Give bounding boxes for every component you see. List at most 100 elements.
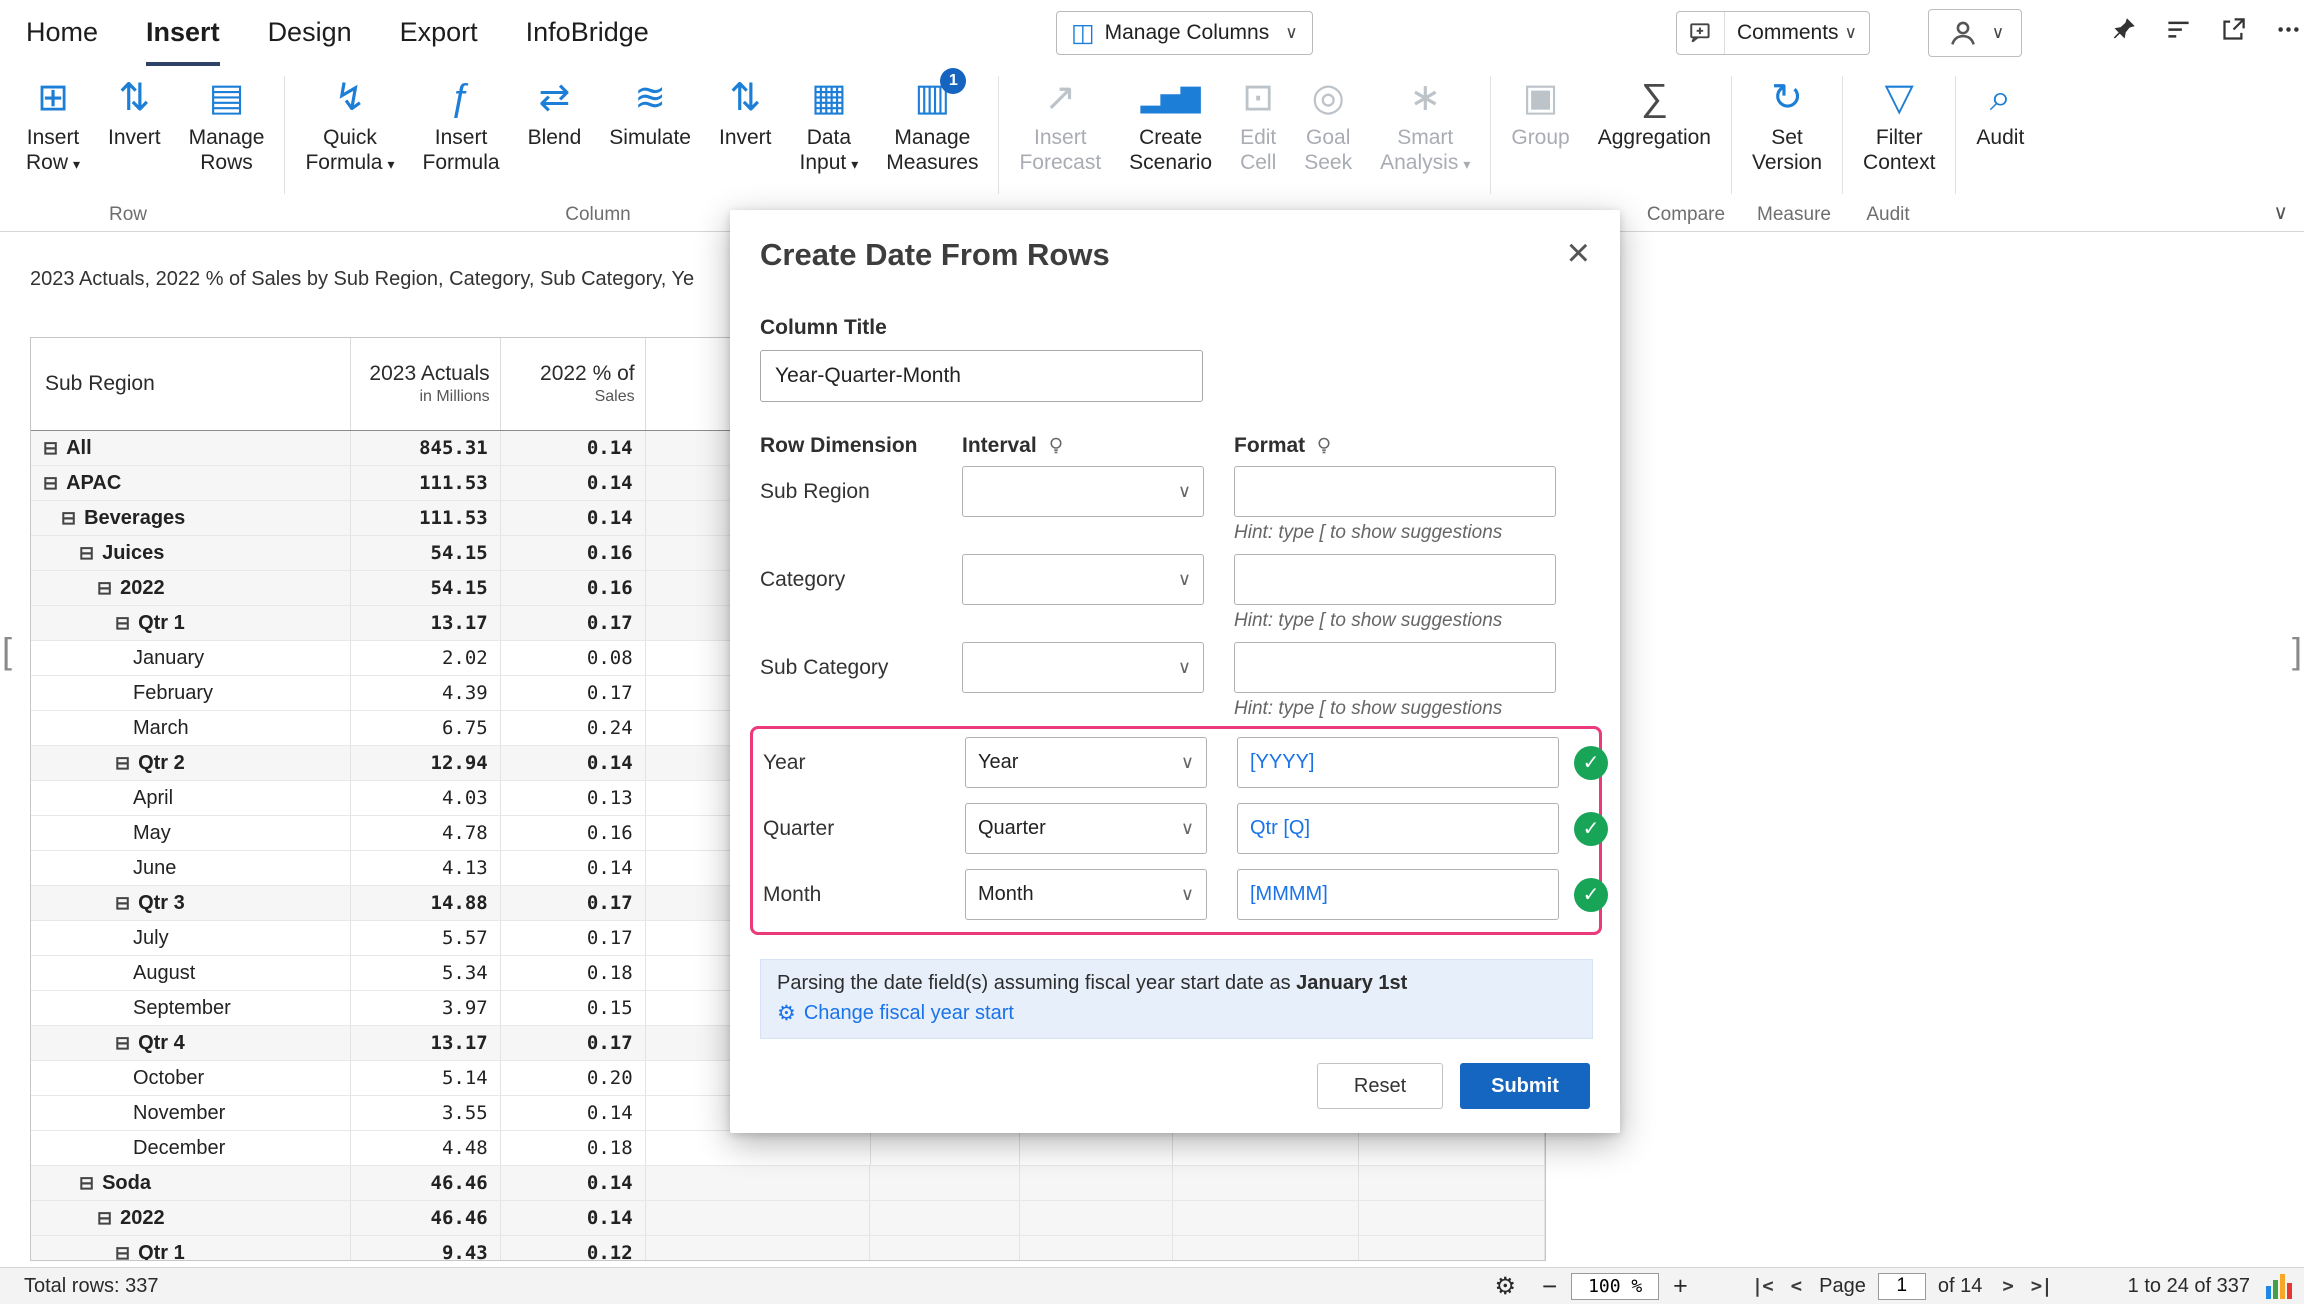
- reset-button[interactable]: Reset: [1317, 1063, 1443, 1109]
- empty-cell: [1359, 1166, 1545, 1200]
- table-settings-button[interactable]: ⚙: [1494, 1272, 1516, 1301]
- column-title-input[interactable]: [760, 350, 1203, 402]
- audit-icon: ⌕: [1990, 74, 2011, 122]
- collapse-icon[interactable]: ⊟: [79, 1173, 94, 1194]
- popout-button[interactable]: [2220, 16, 2247, 43]
- format-input-month[interactable]: [1237, 869, 1559, 920]
- interval-select-sub-region[interactable]: ∨: [962, 466, 1204, 517]
- ribbon-quick-formula-button[interactable]: ↯QuickFormula▾: [291, 74, 408, 177]
- collapse-icon[interactable]: ⊟: [61, 508, 76, 529]
- row-label-cell: November: [31, 1096, 351, 1130]
- comments-button[interactable]: Comments ∨: [1725, 12, 1869, 54]
- smart-analysis-icon: ∗: [1409, 74, 1441, 122]
- table-row[interactable]: ⊟Qtr 19.430.12: [31, 1236, 1545, 1261]
- collapse-icon[interactable]: ⊟: [115, 1243, 130, 1262]
- right-pane-handle[interactable]: ]: [2292, 630, 2302, 672]
- format-input-quarter[interactable]: [1237, 803, 1559, 854]
- collapse-icon[interactable]: ⊟: [115, 613, 130, 634]
- submit-button[interactable]: Submit: [1460, 1063, 1590, 1109]
- ribbon-insert-row-button[interactable]: ⊞InsertRow▾: [12, 74, 94, 177]
- zoom-out-button[interactable]: −: [1542, 1276, 1557, 1296]
- collapse-icon[interactable]: ⊟: [115, 753, 130, 774]
- collapse-icon[interactable]: ⊟: [115, 1033, 130, 1054]
- ribbon-create-scenario-button[interactable]: ▂▅▇CreateScenario: [1115, 74, 1226, 175]
- interval-select-quarter[interactable]: Quarter∨: [965, 803, 1207, 854]
- tab-infobridge[interactable]: InfoBridge: [526, 0, 649, 66]
- value-2022-cell: 0.14: [501, 1096, 646, 1130]
- format-header: Format: [1234, 434, 1556, 458]
- page-number-input[interactable]: [1878, 1273, 1926, 1300]
- collapse-icon[interactable]: ⊟: [97, 578, 112, 599]
- table-row[interactable]: ⊟Soda46.460.14: [31, 1166, 1545, 1201]
- format-input-sub-category[interactable]: [1234, 642, 1556, 693]
- interval-select-month[interactable]: Month∨: [965, 869, 1207, 920]
- collapse-icon[interactable]: ⊟: [43, 438, 58, 459]
- format-input-sub-region[interactable]: [1234, 466, 1556, 517]
- last-page-button[interactable]: >|: [2031, 1275, 2052, 1297]
- next-page-button[interactable]: >: [2002, 1275, 2012, 1297]
- format-input-category[interactable]: [1234, 554, 1556, 605]
- row-label-cell: ⊟Beverages: [31, 501, 351, 535]
- manage-measures-icon: ▥1: [914, 74, 950, 122]
- format-hint: Hint: type [ to show suggestions: [1234, 698, 1556, 722]
- column-header[interactable]: 2023 Actualsin Millions: [351, 338, 501, 430]
- format-input-year[interactable]: [1237, 737, 1559, 788]
- ribbon-invert-row-button[interactable]: ⇅Invert: [94, 74, 175, 150]
- ribbon-set-version-button[interactable]: ↻SetVersion: [1738, 74, 1836, 175]
- account-button[interactable]: ∨: [1928, 9, 2022, 57]
- left-pane-handle[interactable]: [: [2, 630, 12, 672]
- column-header[interactable]: Sub Region: [31, 338, 351, 430]
- ribbon-simulate-button[interactable]: ≋Simulate: [595, 74, 705, 150]
- ribbon-data-input-button[interactable]: ▦DataInput▾: [786, 74, 873, 177]
- empty-cell: [646, 1236, 871, 1261]
- zoom-level-input[interactable]: [1571, 1273, 1659, 1300]
- prev-page-button[interactable]: <: [1791, 1275, 1801, 1297]
- table-row[interactable]: December4.480.18: [31, 1131, 1545, 1166]
- value-2022-cell: 0.14: [501, 851, 646, 885]
- ribbon-audit-button[interactable]: ⌕Audit: [1962, 74, 2038, 150]
- column-header[interactable]: 2022 % ofSales: [501, 338, 646, 430]
- more-button[interactable]: [2275, 16, 2302, 43]
- ribbon-manage-measures-button[interactable]: ▥1ManageMeasures: [872, 74, 992, 175]
- ribbon-items: ⊞InsertRow▾⇅Invert▤ManageRows↯QuickFormu…: [0, 66, 2304, 194]
- collapse-icon[interactable]: ⊟: [97, 1208, 112, 1229]
- tab-home[interactable]: Home: [26, 0, 98, 66]
- ribbon-group-label-audit: Audit: [1866, 204, 1909, 226]
- interval-select-year[interactable]: Year∨: [965, 737, 1207, 788]
- group-icon: ▣: [1523, 74, 1559, 122]
- dimension-row-month: MonthMonth∨✓: [763, 869, 1593, 920]
- ribbon-manage-rows-button[interactable]: ▤ManageRows: [175, 74, 279, 175]
- change-fiscal-year-link[interactable]: ⚙ Change fiscal year start: [777, 1001, 1576, 1026]
- value-2023-cell: 3.55: [351, 1096, 501, 1130]
- value-2022-cell: 0.14: [501, 466, 646, 500]
- value-2022-cell: 0.16: [501, 536, 646, 570]
- first-page-button[interactable]: |<: [1752, 1275, 1773, 1297]
- collapse-icon[interactable]: ⊟: [43, 473, 58, 494]
- chevron-down-icon: ▾: [851, 156, 858, 172]
- chevron-down-icon: ∨: [1181, 818, 1194, 839]
- pin-button[interactable]: [2110, 16, 2137, 43]
- tab-insert[interactable]: Insert: [146, 0, 220, 66]
- collapse-icon[interactable]: ⊟: [115, 893, 130, 914]
- empty-cell: [1359, 1201, 1545, 1235]
- ribbon-insert-formula-button[interactable]: ƒInsertFormula: [409, 74, 514, 175]
- ribbon-filter-context-button[interactable]: ▽FilterContext: [1849, 74, 1949, 175]
- ribbon-aggregation-button[interactable]: ∑Aggregation: [1584, 74, 1725, 150]
- ribbon-blend-button[interactable]: ⇄Blend: [514, 74, 596, 150]
- view-options-button[interactable]: [2165, 16, 2192, 43]
- collapse-icon[interactable]: ⊟: [79, 543, 94, 564]
- add-comment-button[interactable]: [1677, 12, 1725, 54]
- interval-select-category[interactable]: ∨: [962, 554, 1204, 605]
- manage-columns-button[interactable]: ◫ Manage Columns ∨: [1056, 11, 1313, 55]
- collapse-ribbon-button[interactable]: ∨: [2273, 200, 2288, 225]
- simulate-icon: ≋: [634, 74, 666, 122]
- tab-design[interactable]: Design: [268, 0, 352, 66]
- interval-select-sub-category[interactable]: ∨: [962, 642, 1204, 693]
- empty-cell: [1173, 1201, 1359, 1235]
- zoom-in-button[interactable]: +: [1673, 1272, 1688, 1301]
- tab-export[interactable]: Export: [400, 0, 478, 66]
- ribbon-invert-column-button[interactable]: ⇅Invert: [705, 74, 786, 150]
- table-row[interactable]: ⊟202246.460.14: [31, 1201, 1545, 1236]
- ribbon-group-divider: [1731, 76, 1732, 194]
- close-icon[interactable]: ×: [1567, 236, 1590, 270]
